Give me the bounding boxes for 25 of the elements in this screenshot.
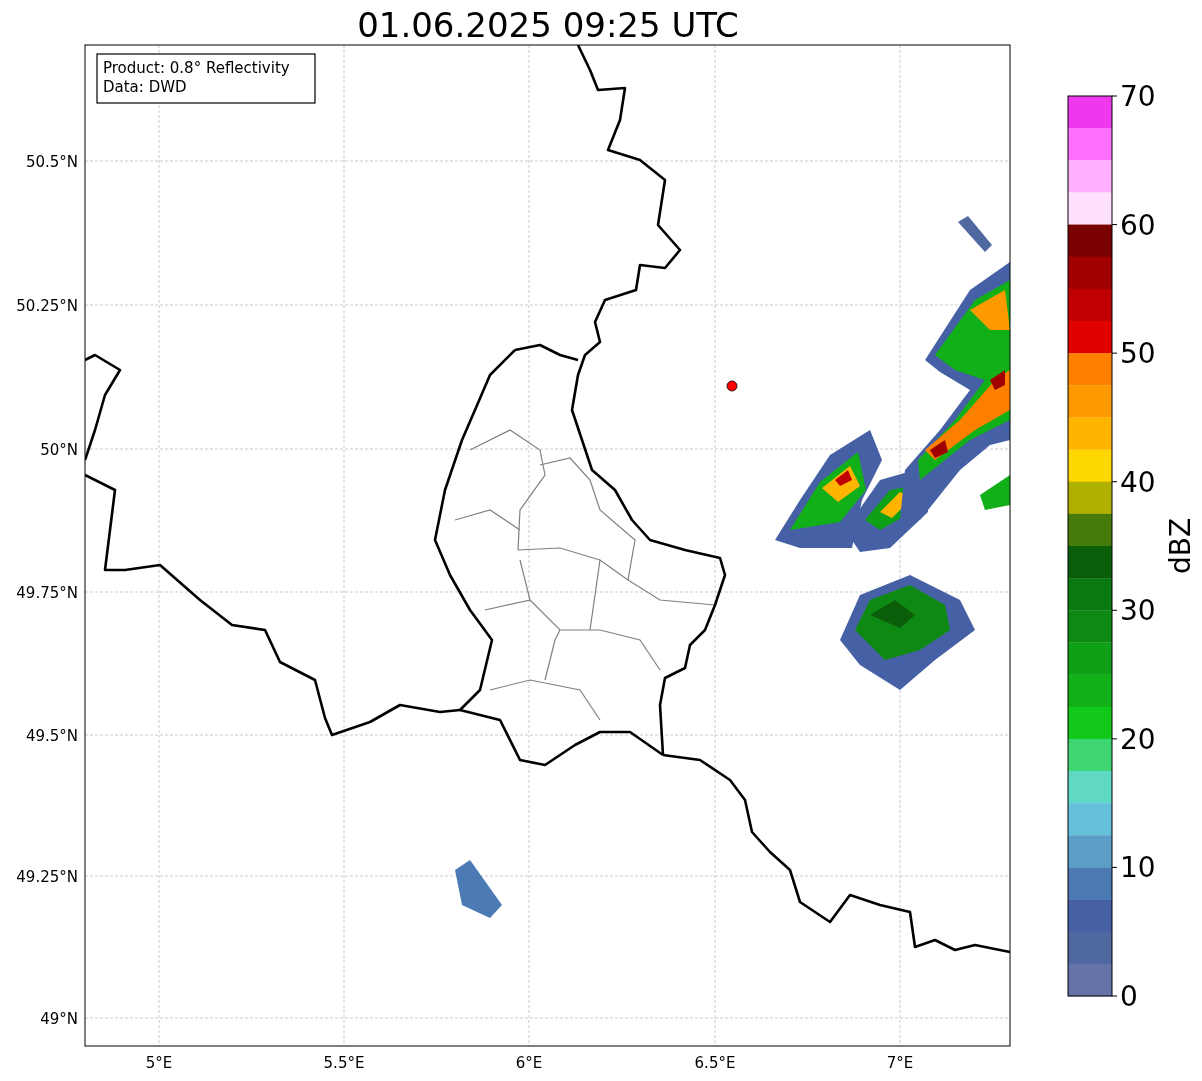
longitude-label: 5°E: [145, 1054, 173, 1072]
colorbar-label: dBZ: [1164, 517, 1197, 575]
colorbar-tick-label: 30: [1120, 594, 1156, 628]
colorbar-tick-label: 20: [1120, 722, 1156, 756]
latitude-label: 49.75°N: [16, 584, 78, 602]
longitude-label: 7°E: [886, 1054, 914, 1072]
info-text: Data: DWD: [103, 78, 187, 96]
longitude-label: 6.5°E: [694, 1054, 736, 1072]
colorbar-tick-label: 50: [1120, 337, 1156, 371]
chart-title: 01.06.2025 09:25 UTC: [357, 5, 739, 45]
longitude-label: 6°E: [515, 1054, 543, 1072]
latitude-label: 50.5°N: [25, 153, 78, 171]
latitude-label: 49.5°N: [25, 727, 78, 745]
longitude-label: 5.5°E: [323, 1054, 365, 1072]
latitude-label: 50°N: [40, 441, 78, 459]
location-marker: [726, 380, 738, 392]
colorbar-tick-label: 60: [1120, 208, 1156, 242]
latitude-label: 49°N: [40, 1010, 78, 1028]
latitude-label: 49.25°N: [16, 868, 78, 886]
colorbar-tick-label: 40: [1120, 465, 1156, 499]
colorbar-tick-label: 10: [1120, 851, 1156, 885]
colorbar-tick-label: 70: [1120, 80, 1156, 113]
info-text: Product: 0.8° Reflectivity: [103, 59, 290, 77]
colorbar-tick-label: 0: [1120, 980, 1138, 1013]
latitude-label: 50.25°N: [16, 297, 78, 315]
